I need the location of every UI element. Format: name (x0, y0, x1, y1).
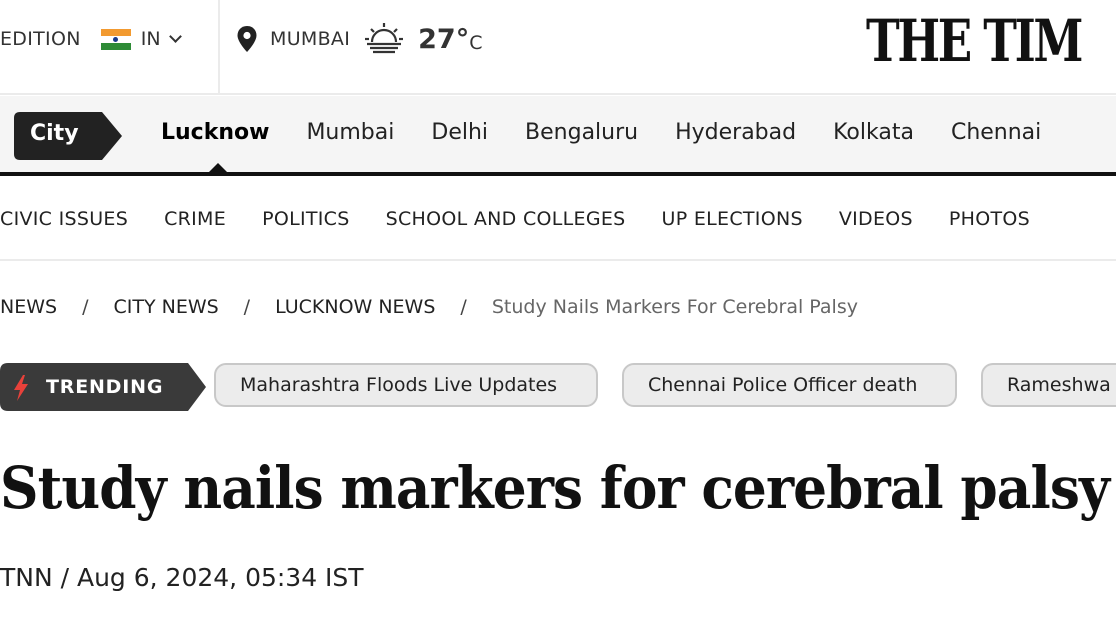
breadcrumb-city-news[interactable]: CITY NEWS (113, 296, 218, 318)
section-nav-item-up-elections[interactable]: UP ELECTIONS (662, 208, 803, 230)
breadcrumb-current: Study Nails Markers For Cerebral Palsy (491, 296, 858, 318)
lightning-bolt-icon (14, 375, 28, 401)
trending-tag: TRENDING (0, 363, 206, 411)
article-headline: Study nails markers for cerebral palsy (0, 454, 1110, 522)
article-byline: TNN / Aug 6, 2024, 05:34 IST (0, 563, 364, 592)
city-nav-item-delhi[interactable]: Delhi (431, 120, 488, 145)
trending-pill[interactable]: Maharashtra Floods Live Updates (214, 363, 598, 407)
location-pin-icon (237, 26, 257, 52)
weather-city: MUMBAI (270, 28, 351, 50)
section-nav-item-school-and-colleges[interactable]: SCHOOL AND COLLEGES (386, 208, 626, 230)
temperature-value: 27° (418, 23, 470, 55)
trending-label: TRENDING (46, 376, 164, 398)
breadcrumb: NEWS / CITY NEWS / LUCKNOW NEWS / Study … (0, 296, 858, 318)
section-nav-item-civic-issues[interactable]: CIVIC ISSUES (0, 208, 128, 230)
temperature-unit: C (469, 32, 483, 54)
city-nav: City Lucknow Mumbai Delhi Bengaluru Hyde… (0, 96, 1116, 176)
breadcrumb-separator: / (243, 296, 251, 318)
city-nav-item-hyderabad[interactable]: Hyderabad (675, 120, 796, 145)
section-nav-item-politics[interactable]: POLITICS (262, 208, 350, 230)
city-nav-item-mumbai[interactable]: Mumbai (306, 120, 394, 145)
active-indicator (206, 163, 230, 175)
city-nav-item-bengaluru[interactable]: Bengaluru (525, 120, 638, 145)
section-nav-items: CIVIC ISSUES CRIME POLITICS SCHOOL AND C… (0, 208, 1066, 230)
city-nav-item-lucknow[interactable]: Lucknow (161, 120, 269, 145)
breadcrumb-news[interactable]: NEWS (0, 296, 57, 318)
city-tag-label: City (30, 121, 79, 146)
divider (218, 0, 220, 93)
breadcrumb-lucknow-news[interactable]: LUCKNOW NEWS (275, 296, 435, 318)
city-nav-items: Lucknow Mumbai Delhi Bengaluru Hyderabad… (161, 120, 1078, 145)
india-flag-icon (100, 28, 131, 50)
chevron-down-icon (168, 29, 182, 43)
section-nav: CIVIC ISSUES CRIME POLITICS SCHOOL AND C… (0, 176, 1116, 261)
city-nav-item-chennai[interactable]: Chennai (951, 120, 1041, 145)
city-tag[interactable]: City (14, 112, 122, 160)
breadcrumb-separator: / (460, 296, 467, 318)
section-nav-item-videos[interactable]: VIDEOS (839, 208, 913, 230)
sunrise-icon (365, 23, 404, 54)
trending-pill[interactable]: Rameshwa (981, 363, 1116, 407)
edition-selector[interactable]: EDITION IN (0, 28, 182, 50)
section-nav-item-photos[interactable]: PHOTOS (949, 208, 1030, 230)
edition-label: EDITION (0, 28, 81, 50)
trending-bar: TRENDING Maharashtra Floods Live Updates… (0, 362, 1116, 411)
site-logo[interactable]: THE TIM (866, 7, 1084, 75)
city-nav-item-kolkata[interactable]: Kolkata (833, 120, 914, 145)
breadcrumb-separator: / (82, 296, 89, 318)
edition-value: IN (140, 28, 161, 50)
trending-pill[interactable]: Chennai Police Officer death (622, 363, 957, 407)
weather-widget[interactable]: MUMBAI 27° C (236, 22, 483, 56)
top-bar: EDITION IN MUMBAI 27° C THE TIM (0, 0, 1116, 95)
section-nav-item-crime[interactable]: CRIME (164, 208, 226, 230)
